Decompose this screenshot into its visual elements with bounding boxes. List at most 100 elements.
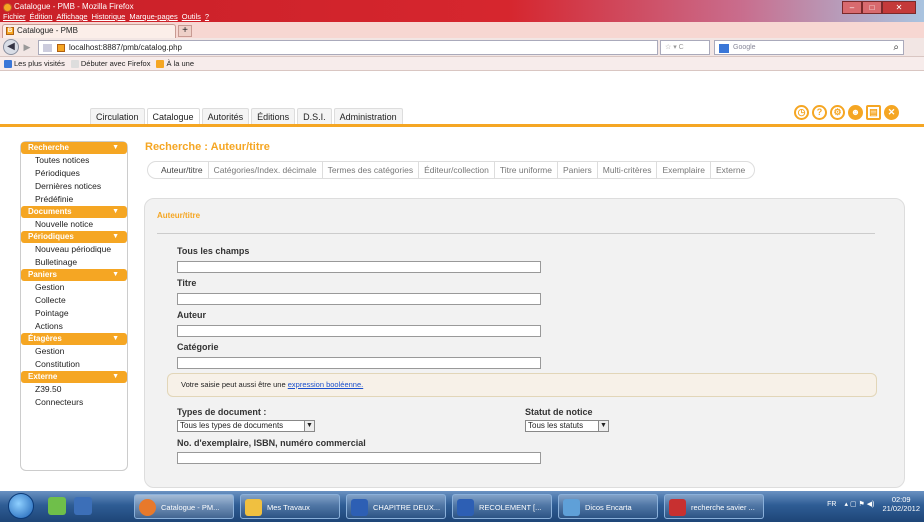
sidebar-item-actions[interactable]: Actions (21, 320, 127, 333)
settings-icon[interactable]: ⚙ (830, 105, 845, 120)
sidebar-item-gestion[interactable]: Gestion (21, 281, 127, 294)
sidebar-item-predefinie[interactable]: Prédéfinie (21, 193, 127, 206)
new-tab-button[interactable]: + (178, 25, 192, 37)
subtab-categories-index[interactable]: Catégories/Index. décimale (209, 162, 323, 178)
taskbar-firefox[interactable]: Catalogue - PM... (134, 494, 234, 519)
close-icon[interactable]: ✕ (884, 105, 899, 120)
clock-icon[interactable]: ◷ (794, 105, 809, 120)
sidebar-item-nouveau-periodique[interactable]: Nouveau périodique (21, 243, 127, 256)
menu-historique[interactable]: Historique (92, 12, 126, 22)
menu-help[interactable]: ? (205, 12, 209, 22)
tool-icons: ◷ ? ⚙ ☻ ▤ ✕ (794, 105, 899, 120)
sidebar-section-etageres[interactable]: Étagères ▼ (21, 333, 127, 345)
forward-button[interactable]: ▶ (21, 41, 33, 53)
subtab-termes-categories[interactable]: Termes des catégories (323, 162, 420, 178)
sidebar-section-periodiques[interactable]: Périodiques ▼ (21, 231, 127, 243)
sidebar-section-recherche[interactable]: Recherche ▼ (21, 142, 127, 154)
tab-editions[interactable]: Éditions (251, 108, 296, 125)
bookmark-star-icon[interactable]: ☆ ▾ C (665, 43, 684, 51)
sidebar-item-connecteurs[interactable]: Connecteurs (21, 396, 127, 409)
clock-time: 02:09 (891, 495, 911, 504)
subtab-editeur-collection[interactable]: Éditeur/collection (419, 162, 495, 178)
doc-types-value: Tous les types de documents (180, 421, 284, 430)
url-bar[interactable]: localhost:8887/pmb/catalog.php (38, 40, 658, 55)
doc-types-select[interactable]: Tous les types de documents ▼ (177, 420, 315, 432)
subtab-titre-uniforme[interactable]: Titre uniforme (495, 162, 558, 178)
sidebar-item-periodiques[interactable]: Périodiques (21, 167, 127, 180)
menu-affichage[interactable]: Affichage (56, 12, 87, 22)
sidebar-section-paniers[interactable]: Paniers ▼ (21, 269, 127, 281)
sidebar-item-constitution[interactable]: Constitution (21, 358, 127, 371)
subtab-paniers[interactable]: Paniers (558, 162, 598, 178)
start-button[interactable] (8, 493, 34, 519)
subtab-multi-criteres[interactable]: Multi-critères (598, 162, 658, 178)
bookmark-headlines[interactable]: À la une (156, 59, 194, 68)
tab-administration[interactable]: Administration (333, 108, 403, 125)
tab-circulation[interactable]: Circulation (90, 108, 145, 125)
form-divider (157, 233, 875, 234)
chevron-down-icon: ▼ (112, 373, 119, 380)
search-box[interactable]: Google ⌕ (714, 40, 904, 55)
maximize-button[interactable]: □ (862, 1, 882, 14)
author-input[interactable] (177, 325, 541, 337)
tray-icons[interactable]: ▴ ▢ ⚑ ◀) (845, 500, 875, 508)
search-icon[interactable]: ⌕ (893, 42, 899, 53)
navigation-bar: ◀ ▶ localhost:8887/pmb/catalog.php ☆ ▾ C… (0, 38, 924, 57)
title-input[interactable] (177, 293, 541, 305)
users-icon[interactable]: ☻ (848, 105, 863, 120)
isbn-input[interactable] (177, 452, 541, 464)
taskbar-recherche[interactable]: recherche savier ... (664, 494, 764, 519)
sidebar-item-etagere-gestion[interactable]: Gestion (21, 345, 127, 358)
clock-date: 21/02/2012 (882, 504, 920, 513)
tab-catalogue[interactable]: Catalogue (146, 108, 200, 125)
subtab-exemplaire[interactable]: Exemplaire (657, 162, 711, 178)
sidebar-item-toutes-notices[interactable]: Toutes notices (21, 154, 127, 167)
bookmark-most-visited[interactable]: Les plus visités (4, 59, 65, 68)
help-icon[interactable]: ? (812, 105, 827, 120)
language-indicator[interactable]: FR (827, 501, 836, 508)
bookmark-icon (4, 60, 12, 68)
menu-marque-pages[interactable]: Marque-pages (129, 12, 177, 22)
sidebar-section-documents[interactable]: Documents ▼ (21, 206, 127, 218)
category-input[interactable] (177, 357, 541, 369)
tab-dsi[interactable]: D.S.I. (297, 108, 332, 125)
quicklaunch-icon[interactable] (48, 497, 66, 515)
save-icon[interactable]: ▤ (866, 105, 881, 120)
close-window-button[interactable]: ✕ (882, 1, 916, 14)
sidebar-item-pointage[interactable]: Pointage (21, 307, 127, 320)
menu-outils[interactable]: Outils (182, 12, 201, 22)
subtab-auteur-titre[interactable]: Auteur/titre (156, 162, 209, 178)
word-icon (351, 499, 368, 516)
google-icon (719, 44, 729, 53)
sidebar-section-externe[interactable]: Externe ▼ (21, 371, 127, 383)
menu-edition[interactable]: Édition (30, 12, 53, 22)
sidebar-item-z3950[interactable]: Z39.50 (21, 383, 127, 396)
all-fields-input[interactable] (177, 261, 541, 273)
sidebar-item-dernieres-notices[interactable]: Dernières notices (21, 180, 127, 193)
browser-tab[interactable]: B Catalogue - PMB (2, 24, 176, 38)
bookmark-getting-started[interactable]: Débuter avec Firefox (70, 59, 150, 68)
taskbar-dicos-encarta[interactable]: Dicos Encarta (558, 494, 658, 519)
sidebar-item-nouvelle-notice[interactable]: Nouvelle notice (21, 218, 127, 231)
back-button[interactable]: ◀ (3, 39, 19, 55)
desktop-icon[interactable] (74, 497, 92, 515)
form-title: Auteur/titre (157, 211, 201, 220)
sidebar-item-collecte[interactable]: Collecte (21, 294, 127, 307)
menu-fichier[interactable]: Fichier (3, 12, 26, 22)
status-select[interactable]: Tous les statuts ▼ (525, 420, 609, 432)
minimize-button[interactable]: – (842, 1, 862, 14)
tab-autorites[interactable]: Autorités (201, 108, 250, 125)
search-placeholder: Google (733, 44, 756, 51)
taskbar-chapitre-deux[interactable]: CHAPITRE DEUX... (346, 494, 446, 519)
clock[interactable]: 02:09 21/02/2012 (882, 495, 920, 513)
folder-icon (245, 499, 262, 516)
firefox-icon (3, 3, 12, 12)
boolean-expression-link[interactable]: expression booléenne. (288, 380, 363, 389)
search-subtabs: Auteur/titre Catégories/Index. décimale … (147, 161, 756, 179)
label-author: Auteur (177, 310, 206, 320)
sidebar-item-bulletinage[interactable]: Bulletinage (21, 256, 127, 269)
taskbar-mes-travaux[interactable]: Mes Travaux (240, 494, 340, 519)
subtab-externe[interactable]: Externe (711, 162, 750, 178)
page-icon (70, 60, 79, 68)
taskbar-recolement[interactable]: RECOLEMENT [... (452, 494, 552, 519)
